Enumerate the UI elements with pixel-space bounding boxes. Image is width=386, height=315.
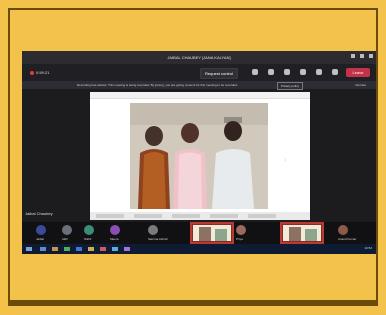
taskbar-app-icon[interactable] [40,247,46,251]
participant-video-tile[interactable] [280,222,324,244]
presenter-name: Jaibal Chaubey [25,211,53,216]
camera-icon[interactable] [316,69,322,75]
participant-video-tile[interactable] [190,222,234,244]
participant-tile[interactable]: Jaibal [36,224,60,242]
next-page-chevron-icon[interactable]: › [284,155,287,164]
raise-hand-icon[interactable] [284,69,290,75]
shared-taskbar [90,212,310,220]
privacy-policy-button[interactable]: Privacy policy [277,82,303,90]
participant-name: Akhi [62,237,68,241]
avatar [110,225,120,235]
meeting-window: JAIBAL CHAUBEY [JANA KALYAN] 0:59:21 Req… [22,51,376,254]
window-titlebar: JAIBAL CHAUBEY [JANA KALYAN] [22,51,376,64]
chat-icon[interactable] [252,69,258,75]
system-clock: 10:52 [364,246,372,250]
minimize-icon[interactable] [351,54,355,58]
window-controls [351,54,373,58]
shared-window-toolbar [90,92,310,99]
avatar [236,225,246,235]
toolbar-icons [252,69,354,75]
avatar [338,225,348,235]
participant-name: Anand Kumar [338,237,357,241]
taskbar-app-icon[interactable] [88,247,94,251]
shared-taskbar-item [248,214,276,218]
shared-photo [130,103,268,209]
window-title: JAIBAL CHAUBEY [JANA KALYAN] [167,55,231,60]
recording-notice-text: Recording has started. This meeting is b… [77,83,238,87]
leave-button[interactable]: Leave [346,68,370,77]
recording-notice-bar: Recording has started. This meeting is b… [22,81,376,90]
participant-tile[interactable]: Meera [110,224,140,242]
taskbar-app-icon[interactable] [76,247,82,251]
avatar [62,225,72,235]
participant-tile[interactable]: Anand Kumar [338,224,372,242]
meeting-toolbar: 0:59:21 Request control Leave [22,64,376,81]
people-icon[interactable] [268,69,274,75]
avatar [36,225,46,235]
windows-start-icon[interactable] [26,247,32,251]
record-dot-icon [30,70,34,75]
participant-tile[interactable]: Samina Ashraf [148,224,188,242]
participant-tile[interactable]: Nikhil [84,224,108,242]
taskbar-app-icon[interactable] [100,247,106,251]
request-control-button[interactable]: Request control [200,68,238,79]
participant-name: Nikhil [84,237,92,241]
video-feed-figure [305,229,317,241]
participant-tile[interactable]: Priya [236,224,266,242]
participant-name: Meera [110,237,119,241]
shared-taskbar-item [96,214,124,218]
more-icon[interactable] [300,69,306,75]
avatar [84,225,94,235]
maximize-icon[interactable] [360,54,364,58]
shared-taskbar-item [172,214,200,218]
recording-indicator: 0:59:21 [30,70,49,75]
participant-name: Samina Ashraf [148,237,168,241]
video-feed-figure [289,227,301,241]
taskbar-app-icon[interactable] [124,247,130,251]
video-feed-figure [199,227,211,241]
windows-taskbar: 10:52 [22,244,376,254]
taskbar-app-icon[interactable] [52,247,58,251]
participant-name: Jaibal [36,237,44,241]
screen-share-area [90,92,310,220]
taskbar-app-icon[interactable] [112,247,118,251]
mic-icon[interactable] [332,69,338,75]
taskbar-app-icon[interactable] [64,247,70,251]
recording-time: 0:59:21 [36,70,50,75]
participant-tile[interactable]: Akhi [62,224,86,242]
shared-taskbar-item [134,214,162,218]
video-feed [282,224,322,242]
video-feed [192,224,232,242]
close-icon[interactable] [369,54,373,58]
participant-name: Priya [236,237,243,241]
video-feed-figure [215,229,227,241]
avatar [148,225,158,235]
shared-taskbar-item [210,214,238,218]
dismiss-notice-button[interactable]: Dismiss [356,83,367,87]
outer-frame-bottom [8,300,378,306]
participants-strip: Jaibal Akhi Nikhil Meera Samina Ashraf P… [22,222,376,244]
